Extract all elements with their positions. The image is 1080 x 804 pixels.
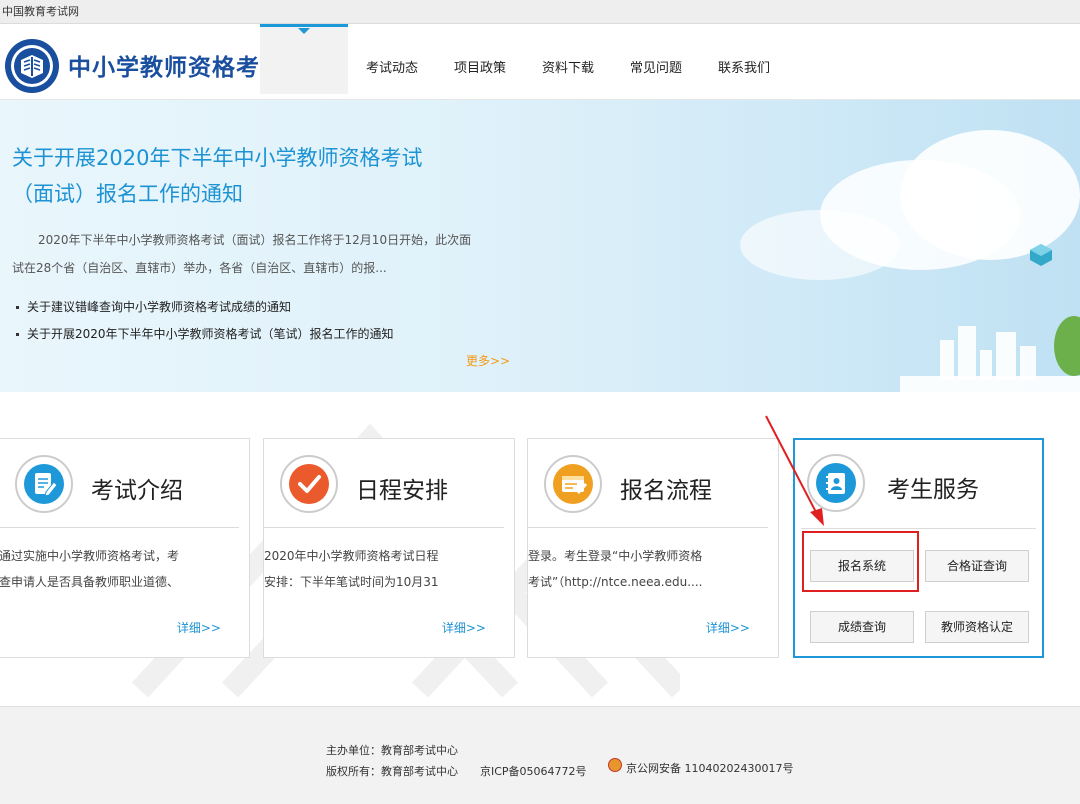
service-title[interactable]: 考生服务 (887, 470, 979, 504)
document-edit-icon (24, 464, 64, 504)
site-title[interactable]: 中小学教师资格考试 (68, 48, 284, 82)
card-title[interactable]: 日程安排 (356, 471, 448, 505)
news-link[interactable]: 关于建议错峰查询中小学教师资格考试成绩的通知 (16, 298, 291, 315)
annotation-arrow-icon (765, 415, 824, 526)
nav-item-policy[interactable]: 项目政策 (454, 57, 506, 76)
banner-headline-line2[interactable]: （面试）报名工作的通知 (12, 178, 243, 208)
banner-summary: 2020年下半年中小学教师资格考试（面试）报名工作将于12月10日开始，此次面 … (12, 226, 502, 282)
bullet-icon (16, 333, 19, 336)
float-cube-icon (1030, 244, 1052, 266)
exam-logo-icon[interactable] (4, 38, 60, 94)
divider (264, 527, 504, 528)
news-banner: 关于开展2020年下半年中小学教师资格考试 （面试）报名工作的通知 2020年下… (0, 100, 1080, 392)
card-summary: 2020年中小学教师资格考试日程 安排：下半年笔试时间为10月31 (264, 543, 504, 595)
divider (801, 528, 1036, 529)
card-more-link[interactable]: 详细>> (177, 619, 221, 636)
site-footer: 主办单位：教育部考试中心 版权所有：教育部考试中心 京ICP备05064772号… (0, 706, 1080, 804)
divider (0, 527, 239, 528)
card-title[interactable]: 考试介绍 (91, 471, 183, 505)
banner-summary-line2: 试在28个省（自治区、直辖市）举办，各省（自治区、直辖市）的报... (12, 261, 387, 275)
site-header: 中小学教师资格考试 考试动态 项目政策 资料下载 常见问题 联系我们 (0, 24, 1080, 100)
card-icon-ring (280, 455, 338, 513)
teacher-qualification-button[interactable]: 教师资格认定 (925, 611, 1029, 643)
card-more-link[interactable]: 详细>> (442, 619, 486, 636)
news-link-text[interactable]: 关于建议错峰查询中小学教师资格考试成绩的通知 (27, 300, 291, 314)
news-link[interactable]: 关于开展2020年下半年中小学教师资格考试（笔试）报名工作的通知 (16, 325, 394, 342)
card-summary: 通过实施中小学教师资格考试，考 查申请人是否具备教师职业道德、 (0, 543, 239, 595)
skyline-decoration (900, 376, 1080, 392)
registration-form-icon (553, 464, 593, 504)
bullet-icon (16, 306, 19, 309)
news-link-text[interactable]: 关于开展2020年下半年中小学教师资格考试（笔试）报名工作的通知 (27, 327, 394, 341)
skyline-decoration (958, 326, 976, 380)
skyline-decoration (996, 332, 1016, 380)
banner-summary-line1: 2020年下半年中小学教师资格考试（面试）报名工作将于12月10日开始，此次面 (38, 233, 472, 247)
card-exam-intro: 考试介绍 通过实施中小学教师资格考试，考 查申请人是否具备教师职业道德、 详细>… (0, 438, 250, 658)
police-badge-icon (608, 758, 622, 772)
certificate-query-button[interactable]: 合格证查询 (925, 550, 1029, 582)
footer-sponsor: 主办单位：教育部考试中心 (326, 744, 458, 757)
card-summary-line: 登录。考生登录“中小学教师资格 (528, 549, 703, 563)
skyline-decoration (940, 340, 954, 380)
footer-copyright: 版权所有：教育部考试中心 (326, 765, 458, 778)
highlight-box (802, 531, 919, 592)
nav-active-indicator (298, 28, 310, 34)
more-news-link[interactable]: 更多>> (466, 352, 510, 369)
nav-item-exam-news[interactable]: 考试动态 (366, 57, 418, 76)
footer-police-link[interactable]: 京公网安备 11040202430017号 (626, 760, 793, 776)
checkmark-icon (289, 464, 329, 504)
card-schedule: 日程安排 2020年中小学教师资格考试日程 安排：下半年笔试时间为10月31 详… (263, 438, 515, 658)
card-icon-ring (544, 455, 602, 513)
top-bar-site-link[interactable]: 中国教育考试网 (2, 3, 79, 19)
nav-home-tab[interactable] (260, 24, 348, 94)
top-bar: 中国教育考试网 (0, 0, 1080, 24)
footer-icp-link[interactable]: 京ICP备05064772号 (480, 763, 587, 779)
nav-item-downloads[interactable]: 资料下载 (542, 57, 594, 76)
card-summary: 登录。考生登录“中小学教师资格 考试”（http://ntce.neea.edu… (528, 543, 768, 595)
card-summary-line: 考试”（http://ntce.neea.edu.... (528, 575, 703, 589)
card-title[interactable]: 报名流程 (620, 471, 712, 505)
nav-item-contact[interactable]: 联系我们 (718, 57, 770, 76)
cloud-decoration (900, 130, 1080, 260)
divider (528, 527, 768, 528)
tree-decoration (1054, 316, 1080, 376)
card-icon-ring (15, 455, 73, 513)
card-summary-line: 2020年中小学教师资格考试日程 (264, 549, 439, 563)
card-summary-line: 安排：下半年笔试时间为10月31 (264, 575, 439, 589)
card-summary-line: 查申请人是否具备教师职业道德、 (0, 575, 180, 589)
score-query-button[interactable]: 成绩查询 (810, 611, 914, 643)
cloud-decoration (740, 210, 900, 280)
card-summary-line: 通过实施中小学教师资格考试，考 (0, 549, 180, 563)
card-registration-flow: 报名流程 登录。考生登录“中小学教师资格 考试”（http://ntce.nee… (527, 438, 779, 658)
skyline-decoration (1020, 346, 1036, 380)
banner-headline[interactable]: 关于开展2020年下半年中小学教师资格考试 (12, 142, 422, 172)
card-more-link[interactable]: 详细>> (706, 619, 750, 636)
nav-item-faq[interactable]: 常见问题 (630, 57, 682, 76)
